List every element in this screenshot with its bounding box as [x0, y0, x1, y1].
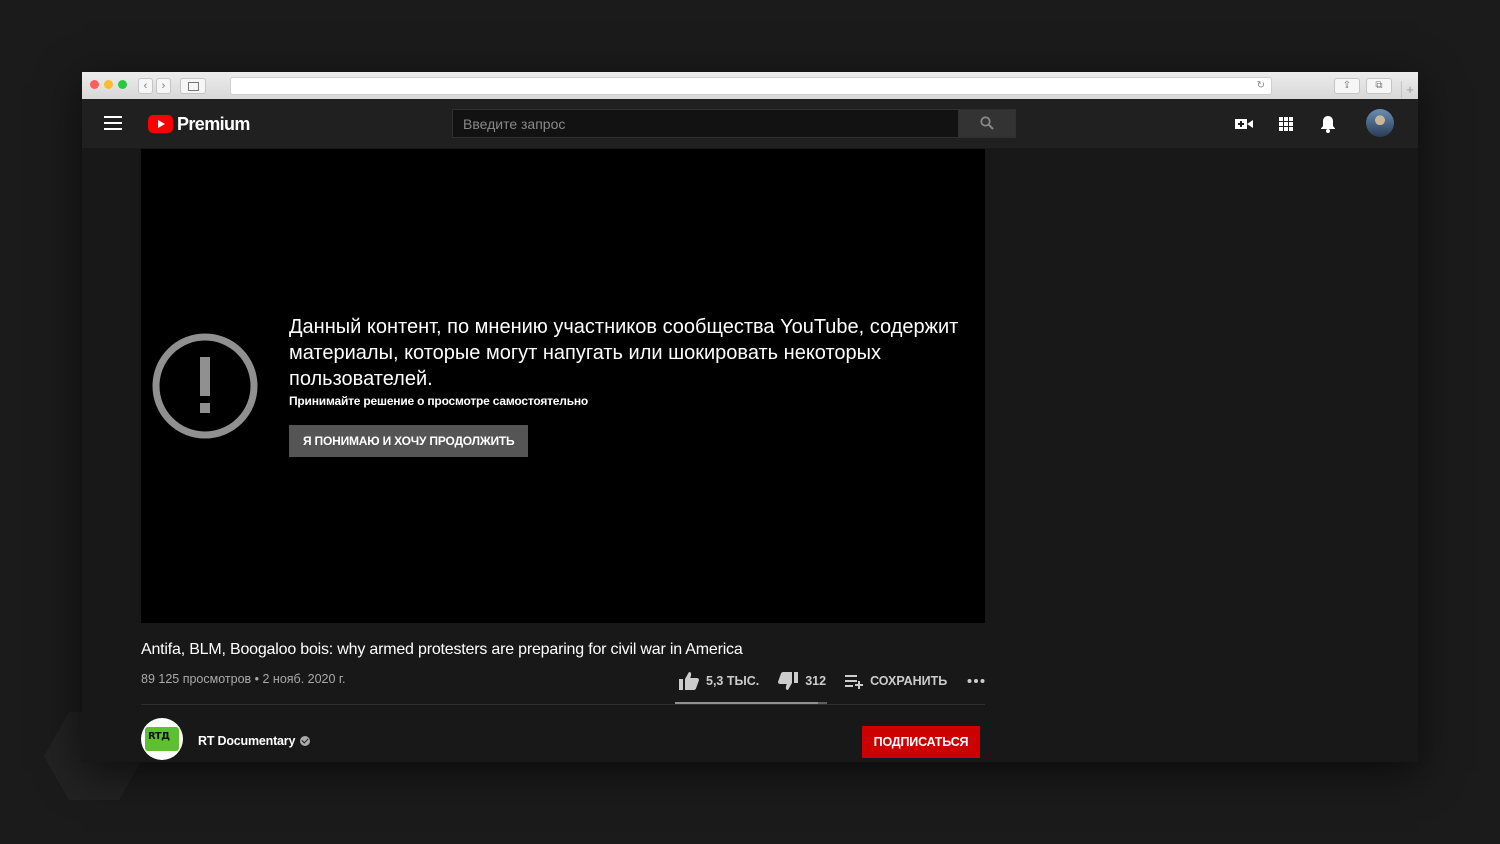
close-window-button[interactable]	[90, 80, 99, 89]
minimize-window-button[interactable]	[104, 80, 113, 89]
channel-logo: RTД	[145, 727, 179, 751]
content-warning: Данный контент, по мнению участников соо…	[289, 314, 959, 408]
browser-toolbar: ‹ › ↻ ⇪ ⧉ +	[82, 72, 1418, 100]
forward-icon[interactable]: ›	[156, 78, 171, 94]
new-tab-icon[interactable]: +	[1401, 81, 1418, 98]
save-label: СОХРАНИТЬ	[870, 674, 948, 688]
more-icon	[967, 679, 985, 683]
channel-logo-text: RTД	[148, 731, 170, 742]
share-icon[interactable]: ⇪	[1334, 78, 1360, 94]
video-meta: 89 125 просмотров • 2 нояб. 2020 г.	[141, 672, 346, 686]
dislike-button[interactable]: 312	[777, 671, 826, 691]
menu-icon[interactable]	[104, 116, 122, 130]
verified-icon	[300, 736, 311, 746]
tabs-overview-icon[interactable]: ⧉	[1366, 78, 1392, 94]
save-button[interactable]: СОХРАНИТЬ	[844, 673, 947, 689]
channel-avatar[interactable]: RTД	[141, 718, 183, 760]
logo-text: Premium	[177, 113, 250, 134]
youtube-logo[interactable]: Premium	[148, 113, 250, 135]
warning-title: Данный контент, по мнению участников соо…	[289, 316, 959, 390]
zoom-window-button[interactable]	[118, 80, 127, 89]
reload-icon[interactable]: ↻	[1257, 78, 1265, 94]
like-button[interactable]: 5,3 ТЫС.	[678, 671, 759, 691]
search-button[interactable]	[958, 109, 1016, 138]
youtube-logo-icon	[148, 115, 173, 133]
create-video-icon[interactable]	[1232, 112, 1256, 136]
channel-name-text[interactable]: RT Documentary	[198, 734, 295, 748]
bell-icon[interactable]	[1316, 112, 1340, 136]
info-divider	[141, 704, 985, 705]
youtube-header: Premium	[82, 99, 1418, 148]
browser-window: ‹ › ↻ ⇪ ⧉ + Premium Введите запрос Данны…	[82, 72, 1418, 762]
address-bar[interactable]: ↻	[230, 77, 1272, 95]
continue-button[interactable]: Я ПОНИМАЮ И ХОЧУ ПРОДОЛЖИТЬ	[289, 425, 529, 457]
sidebar-toggle-icon[interactable]	[180, 78, 206, 94]
sentiment-bar	[675, 702, 827, 704]
apps-icon[interactable]	[1274, 112, 1298, 136]
warning-icon	[152, 333, 258, 439]
like-count: 5,3 ТЫС.	[706, 674, 760, 688]
thumb-up-icon	[679, 672, 699, 690]
video-player[interactable]: Данный контент, по мнению участников соо…	[141, 149, 985, 623]
avatar[interactable]	[1366, 109, 1394, 137]
search-input[interactable]	[452, 109, 970, 138]
more-button[interactable]	[967, 678, 991, 684]
warning-subtitle: Принимайте решение о просмотре самостоят…	[289, 394, 589, 408]
search-icon	[980, 116, 994, 130]
dislike-count: 312	[805, 674, 827, 688]
sentiment-bar-fill	[675, 702, 818, 704]
video-title: Antifa, BLM, Boogaloo bois: why armed pr…	[141, 641, 743, 658]
subscribe-button[interactable]: ПОДПИСАТЬСЯ	[862, 726, 980, 758]
thumb-down-icon	[778, 672, 799, 690]
video-actions: 5,3 ТЫС. 312 СОХРАНИТЬ	[678, 670, 991, 692]
back-icon[interactable]: ‹	[138, 78, 153, 94]
channel-name[interactable]: RT Documentary	[198, 734, 311, 748]
playlist-add-icon	[845, 675, 864, 689]
